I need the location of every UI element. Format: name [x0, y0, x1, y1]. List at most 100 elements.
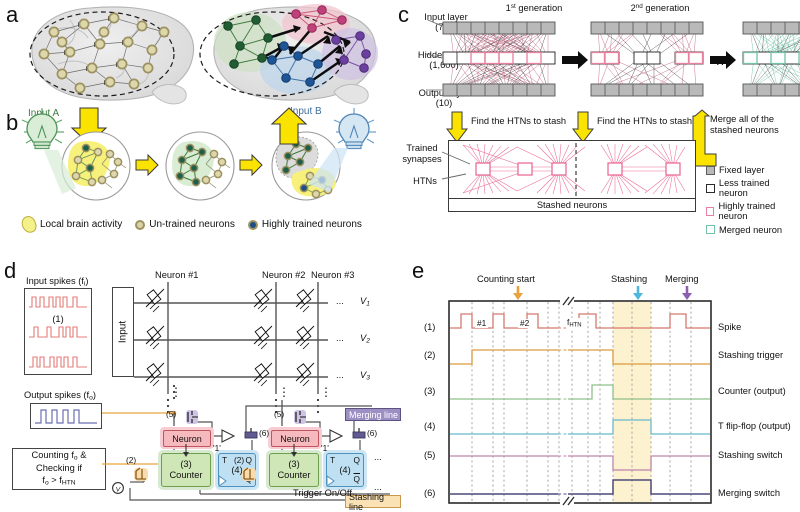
v2-label: V2 [360, 333, 370, 345]
panel-d-ellipsis-low: ... [374, 482, 382, 492]
col3-vdots: ⋮ [320, 385, 332, 399]
panel-d-label: d [4, 258, 17, 283]
legend-item-highly-trained: Highly trained neuron [706, 201, 800, 221]
signal-index-1: (1) [424, 322, 436, 332]
counter-block-2: (3) Counter [269, 453, 319, 487]
event-merging-label: Merging [665, 274, 699, 284]
right-arrow-1 [135, 153, 159, 177]
legend-item-untrained-neurons: Un-trained neurons [135, 219, 235, 230]
event-stashing-label: Stashing [611, 274, 648, 284]
voltage-source-icon: V [112, 482, 124, 494]
legend-item-highly-trained-neurons: Highly trained neurons [247, 219, 362, 230]
legend-label: Fixed layer [719, 165, 765, 175]
col2-vdots: ⋮ [278, 385, 290, 399]
signal-label-stashing-switch: Stashing switch [718, 450, 783, 460]
fhtn-annotation: fHTN [566, 317, 583, 329]
marker-2-label-2: (2) [234, 455, 245, 465]
t-flipflop-block-2: T Q Q (4) [326, 453, 364, 487]
v-sub: 1 [366, 300, 370, 308]
merging-line-bar: Merging line [345, 408, 401, 421]
panel-e-label: e [412, 258, 425, 283]
brain-right [199, 4, 378, 105]
legend-item-fixed-layer: Fixed layer [706, 165, 800, 175]
input-spikes-close: ) [85, 276, 89, 286]
panel-c-legend: Fixed layer Less trained neuron Highly t… [706, 165, 800, 238]
output-spikes-close: ) [92, 390, 96, 400]
legend-item-less-trained: Less trained neuron [706, 178, 800, 198]
panel-b-label: b [6, 110, 19, 135]
timing-chart [448, 296, 712, 507]
generation-2-network [590, 21, 704, 97]
highly-trained-swatch [706, 206, 715, 216]
v-sub: 3 [366, 374, 370, 382]
v-sub: 2 [366, 337, 370, 345]
input-block: Input [112, 287, 134, 377]
inverter-1-icon [221, 429, 236, 443]
marker-2-label-1: (2) [126, 455, 137, 465]
gen-suffix: st [510, 3, 516, 11]
spike-annotation-2: #2 [518, 318, 532, 329]
signal-stashing-switch [450, 455, 710, 471]
merged-neuron-swatch [706, 225, 715, 235]
gen-suffix: nd [635, 3, 643, 11]
legend-label: Less trained neuron [718, 178, 770, 199]
merge-action-text: Merge all of the stashed neurons [710, 114, 794, 136]
stash-action-1-text: Find the HTNs to stash [471, 116, 567, 126]
panel-c-leaders [440, 140, 482, 188]
legend-item-merged: Merged neuron [706, 225, 800, 235]
event-counting-start-label: Counting start [477, 274, 535, 284]
event-merging-arrow [682, 286, 692, 300]
signal-index-6: (6) [424, 488, 436, 498]
output-spikes-text: Output spikes (f [24, 390, 90, 400]
stashed-neurons-caption: Stashed neurons [449, 198, 695, 211]
generation-1-network [442, 21, 556, 97]
output-spikes-box [30, 403, 102, 429]
input-spikes-text: Input spikes (f [26, 276, 84, 286]
network-circle-2 [165, 131, 235, 201]
panel-b-legend: Local brain activity Un-trained neurons … [19, 214, 362, 235]
legend-item-local-brain-activity: Local brain activity [19, 214, 123, 235]
counting-line-2: Checking if [36, 463, 82, 474]
signal-label-counter-output: Counter (output) [718, 386, 786, 396]
counter-marker: (3) [180, 459, 192, 469]
panel-a-label: a [6, 2, 19, 27]
event-counting-start-arrow [513, 286, 523, 300]
input-spikes-marker: (1) [52, 314, 64, 324]
merged-network [742, 21, 800, 97]
stashing-line-bar: Stashing line [345, 492, 401, 512]
neuron-3-label: Neuron #3 [311, 270, 355, 280]
blob-icon [19, 214, 39, 235]
row-2-ellipsis: ... [336, 333, 344, 343]
marker-5-label-1: (5) [166, 409, 177, 419]
neuron-1-label: Neuron #1 [155, 270, 199, 280]
signal-index-4: (4) [424, 421, 436, 431]
legend-label: Un-trained neurons [149, 219, 235, 230]
bulb-a-icon [21, 108, 64, 150]
counting-amp: & [77, 450, 87, 461]
marker-6-label-1: (6) [259, 428, 270, 438]
signal-label-stashing-trigger: Stashing trigger [718, 350, 784, 360]
input-spikes-box: (1) [24, 288, 92, 375]
trained-line1: Trained [406, 143, 438, 153]
brain-left [29, 6, 195, 105]
legend-label: Highly trained neuron [718, 201, 776, 222]
generation-ellipsis: ... [716, 53, 730, 68]
output-spikes-title: Output spikes (fo) [24, 390, 96, 402]
signal-index-3: (3) [424, 386, 436, 396]
panel-a-figure [18, 2, 388, 114]
network-circle-1 [61, 131, 131, 201]
signal-index-5: (5) [424, 450, 436, 460]
neuron-2-label: Neuron #2 [262, 270, 306, 280]
untrained-neuron-icon [135, 219, 146, 230]
less-trained-swatch [706, 183, 715, 193]
input-spikes-title: Input spikes (fi) [26, 276, 88, 288]
legend-label: Local brain activity [40, 219, 123, 230]
merge-action-label: Merge all of the stashed neurons [710, 114, 779, 135]
signal-stashing-trigger [450, 349, 710, 365]
gt-f: > f [48, 474, 62, 485]
spike-annotation-1: #1 [475, 318, 489, 329]
counting-text: Counting f [31, 450, 74, 461]
counting-line-3: fo > fHTN [42, 475, 75, 488]
panel-d-ellipsis-mid: ... [374, 452, 382, 462]
marker-6-label-2: (6) [367, 428, 378, 438]
